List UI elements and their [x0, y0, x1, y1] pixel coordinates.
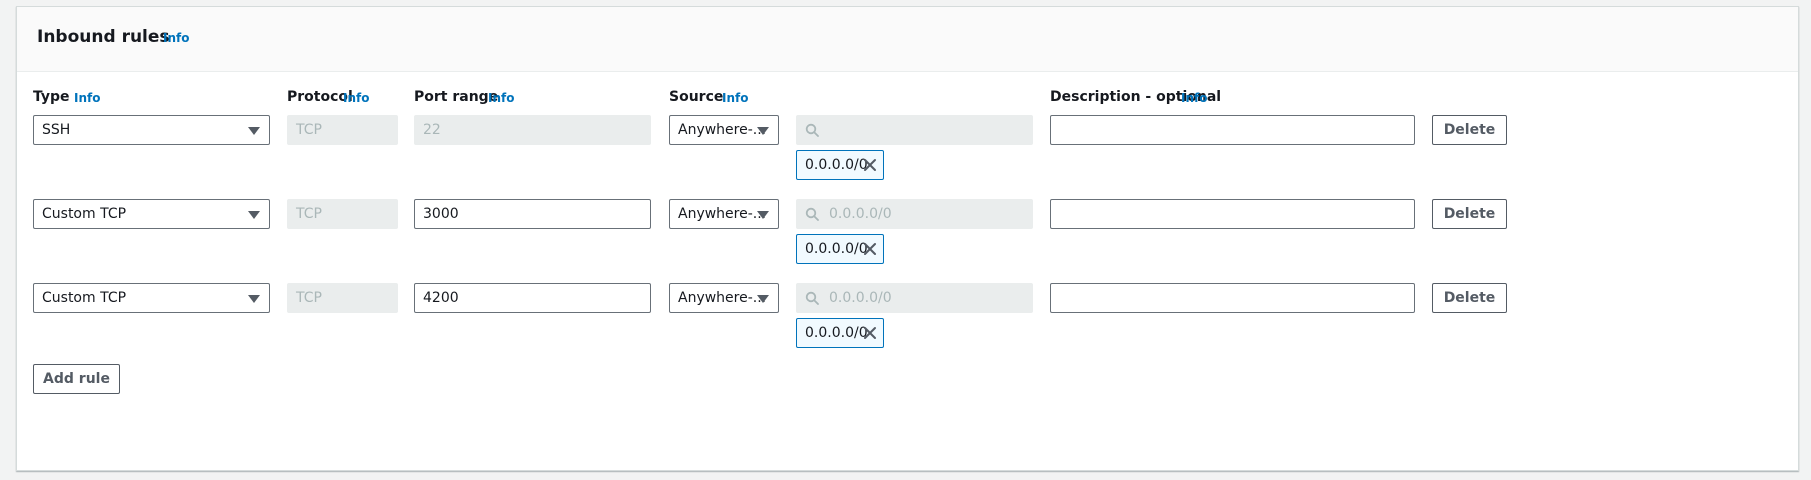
description-info-link[interactable]: Info — [1181, 91, 1207, 105]
type-select-value: SSH — [42, 122, 71, 138]
source-info-link[interactable]: Info — [722, 91, 748, 105]
protocol-field: TCP — [287, 283, 398, 313]
inbound-rules-panel: Inbound rules Info Type Info Protocol In… — [16, 6, 1799, 471]
source-type-select[interactable]: Anywhere-... — [669, 199, 779, 229]
source-type-value: Anywhere-... — [678, 122, 767, 138]
delete-rule-button[interactable]: Delete — [1432, 115, 1507, 145]
column-header-port-range: Port range — [414, 89, 499, 105]
chevron-down-icon — [248, 295, 260, 303]
description-input[interactable] — [1050, 115, 1415, 145]
close-icon[interactable] — [863, 158, 877, 172]
cidr-token-label: 0.0.0.0/0 — [805, 325, 868, 341]
type-select[interactable]: Custom TCP — [33, 283, 270, 313]
cidr-search-input[interactable] — [796, 115, 1033, 145]
port-range-input[interactable]: 3000 — [414, 199, 651, 229]
type-select-value: Custom TCP — [42, 290, 127, 306]
cidr-token-label: 0.0.0.0/0 — [805, 157, 868, 173]
delete-rule-button[interactable]: Delete — [1432, 283, 1507, 313]
cidr-token: 0.0.0.0/0 — [796, 150, 884, 180]
cidr-search-text: 0.0.0.0/0 — [829, 206, 892, 222]
type-select[interactable]: Custom TCP — [33, 199, 270, 229]
port-range-input: 22 — [414, 115, 651, 145]
delete-rule-button[interactable]: Delete — [1432, 199, 1507, 229]
source-type-value: Anywhere-... — [678, 206, 767, 222]
search-icon — [805, 123, 819, 137]
chevron-down-icon — [248, 127, 260, 135]
column-header-type: Type — [33, 89, 70, 105]
protocol-field: TCP — [287, 199, 398, 229]
type-select[interactable]: SSH — [33, 115, 270, 145]
cidr-token-label: 0.0.0.0/0 — [805, 241, 868, 257]
source-type-value: Anywhere-... — [678, 290, 767, 306]
search-icon — [805, 207, 819, 221]
port-range-info-link[interactable]: Info — [488, 91, 514, 105]
description-input[interactable] — [1050, 283, 1415, 313]
cidr-search-input[interactable]: 0.0.0.0/0 — [796, 199, 1033, 229]
source-type-select[interactable]: Anywhere-... — [669, 283, 779, 313]
panel-title: Inbound rules — [37, 27, 170, 47]
type-info-link[interactable]: Info — [74, 91, 100, 105]
add-rule-button[interactable]: Add rule — [33, 364, 120, 394]
panel-header: Inbound rules Info — [17, 7, 1798, 72]
chevron-down-icon — [757, 127, 769, 135]
search-icon — [805, 291, 819, 305]
chevron-down-icon — [248, 211, 260, 219]
description-input[interactable] — [1050, 199, 1415, 229]
source-type-select[interactable]: Anywhere-... — [669, 115, 779, 145]
port-range-input[interactable]: 4200 — [414, 283, 651, 313]
title-info-link[interactable]: Info — [163, 31, 189, 45]
close-icon[interactable] — [863, 242, 877, 256]
cidr-search-input[interactable]: 0.0.0.0/0 — [796, 283, 1033, 313]
protocol-field: TCP — [287, 115, 398, 145]
chevron-down-icon — [757, 295, 769, 303]
type-select-value: Custom TCP — [42, 206, 127, 222]
chevron-down-icon — [757, 211, 769, 219]
column-header-source: Source — [669, 89, 724, 105]
protocol-info-link[interactable]: Info — [343, 91, 369, 105]
cidr-search-text: 0.0.0.0/0 — [829, 290, 892, 306]
close-icon[interactable] — [863, 326, 877, 340]
cidr-token: 0.0.0.0/0 — [796, 234, 884, 264]
cidr-token: 0.0.0.0/0 — [796, 318, 884, 348]
